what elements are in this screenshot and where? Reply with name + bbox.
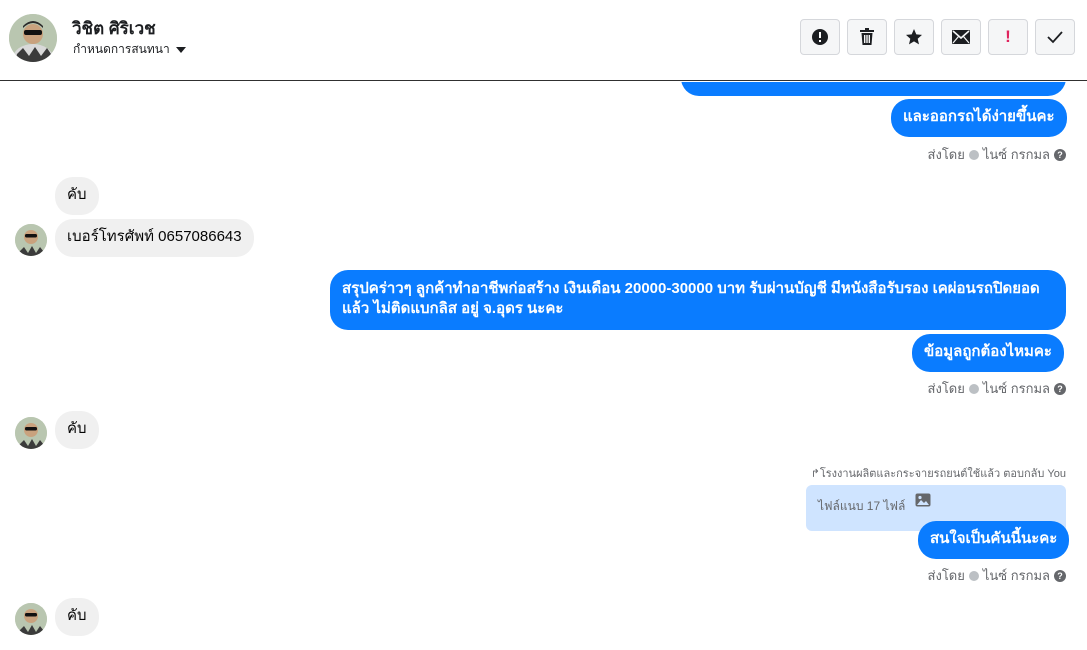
- star-icon: [906, 29, 922, 45]
- sent-by-meta: ส่งโดย ไนซ์ กรกมล ?: [928, 144, 1066, 165]
- contact-name[interactable]: วิชิต ศิริเวช: [72, 15, 156, 42]
- reply-context-text: โรงงานผลิตและกระจายรถยนต์ใช้แล้ว ตอบกลับ…: [819, 468, 1066, 480]
- message-bubble-incoming[interactable]: เบอร์โทรศัพท์ 0657086643: [55, 219, 254, 257]
- message-bubble-outgoing[interactable]: สนใจเป็นคันนี้นะคะ: [918, 521, 1070, 559]
- mark-spam-button[interactable]: [800, 19, 840, 55]
- message-bubble-incoming[interactable]: คับ: [55, 411, 99, 449]
- help-icon[interactable]: ?: [1054, 382, 1066, 395]
- verified-dot-icon: [968, 383, 979, 394]
- contact-avatar[interactable]: [9, 14, 57, 62]
- help-icon[interactable]: ?: [1054, 569, 1066, 582]
- contact-avatar-small[interactable]: [15, 603, 47, 635]
- sent-by-label: ส่งโดย: [927, 381, 965, 396]
- sent-by-label: ส่งโดย: [927, 147, 965, 162]
- message-bubble-incoming[interactable]: คับ: [55, 177, 99, 215]
- message-thread[interactable]: และออกรถได้ง่ายขึ้นคะ ส่งโดย ไนซ์ กรกมล …: [0, 82, 1087, 650]
- attachment-label: ไฟล์แนบ 17 ไฟล์: [818, 499, 906, 513]
- message-bubble-outgoing[interactable]: สรุปคร่าวๆ ลูกค้าทำอาชีพก่อสร้าง เงินเดื…: [330, 270, 1066, 330]
- sender-name: ไนซ์ กรกมล: [982, 568, 1050, 583]
- trash-icon: [860, 28, 874, 45]
- conversation-label: กำหนดการสนทนา: [73, 42, 170, 56]
- envelope-icon: [952, 30, 970, 44]
- conversation-toolbar: !: [800, 19, 1075, 55]
- message-bubble-outgoing[interactable]: และออกรถได้ง่ายขึ้นคะ: [891, 99, 1067, 137]
- message-line: แล้ว ไม่ติดแบกลิส อยู่ จ.อุดร นะคะ: [342, 300, 564, 317]
- message-bubble-incoming[interactable]: คับ: [55, 598, 99, 636]
- star-button[interactable]: [894, 19, 934, 55]
- conversation-label-dropdown[interactable]: กำหนดการสนทนา: [73, 40, 186, 59]
- verified-dot-icon: [968, 149, 979, 160]
- sent-by-label: ส่งโดย: [927, 568, 965, 583]
- conversation-header: วิชิต ศิริเวช กำหนดการสนทนา !: [0, 0, 1087, 81]
- exclamation-icon: !: [1005, 27, 1011, 46]
- contact-avatar-small[interactable]: [15, 417, 47, 449]
- mark-done-button[interactable]: [1035, 19, 1075, 55]
- sender-name: ไนซ์ กรกมล: [982, 381, 1050, 396]
- message-bubble-outgoing-partial[interactable]: [681, 82, 1066, 96]
- alert-circle-icon: [812, 29, 828, 45]
- help-icon[interactable]: ?: [1054, 148, 1066, 161]
- mark-unread-button[interactable]: [941, 19, 981, 55]
- verified-dot-icon: [968, 570, 979, 581]
- caret-down-icon: [175, 46, 186, 53]
- message-bubble-outgoing[interactable]: ข้อมูลถูกต้องไหมคะ: [912, 334, 1064, 372]
- sent-by-meta: ส่งโดย ไนซ์ กรกมล ?: [928, 565, 1066, 586]
- mark-important-button[interactable]: !: [988, 19, 1028, 55]
- sent-by-meta: ส่งโดย ไนซ์ กรกมล ?: [928, 378, 1066, 399]
- delete-button[interactable]: [847, 19, 887, 55]
- reply-context-note: ↱โรงงานผลิตและกระจายรถยนต์ใช้แล้ว ตอบกลั…: [811, 464, 1066, 482]
- contact-avatar-small[interactable]: [15, 224, 47, 256]
- check-icon: [1047, 31, 1063, 44]
- image-icon: [915, 493, 931, 507]
- reply-arrow-icon: ↱: [810, 468, 820, 480]
- sender-name: ไนซ์ กรกมล: [982, 147, 1050, 162]
- message-line: สรุปคร่าวๆ ลูกค้าทำอาชีพก่อสร้าง เงินเดื…: [342, 280, 1040, 297]
